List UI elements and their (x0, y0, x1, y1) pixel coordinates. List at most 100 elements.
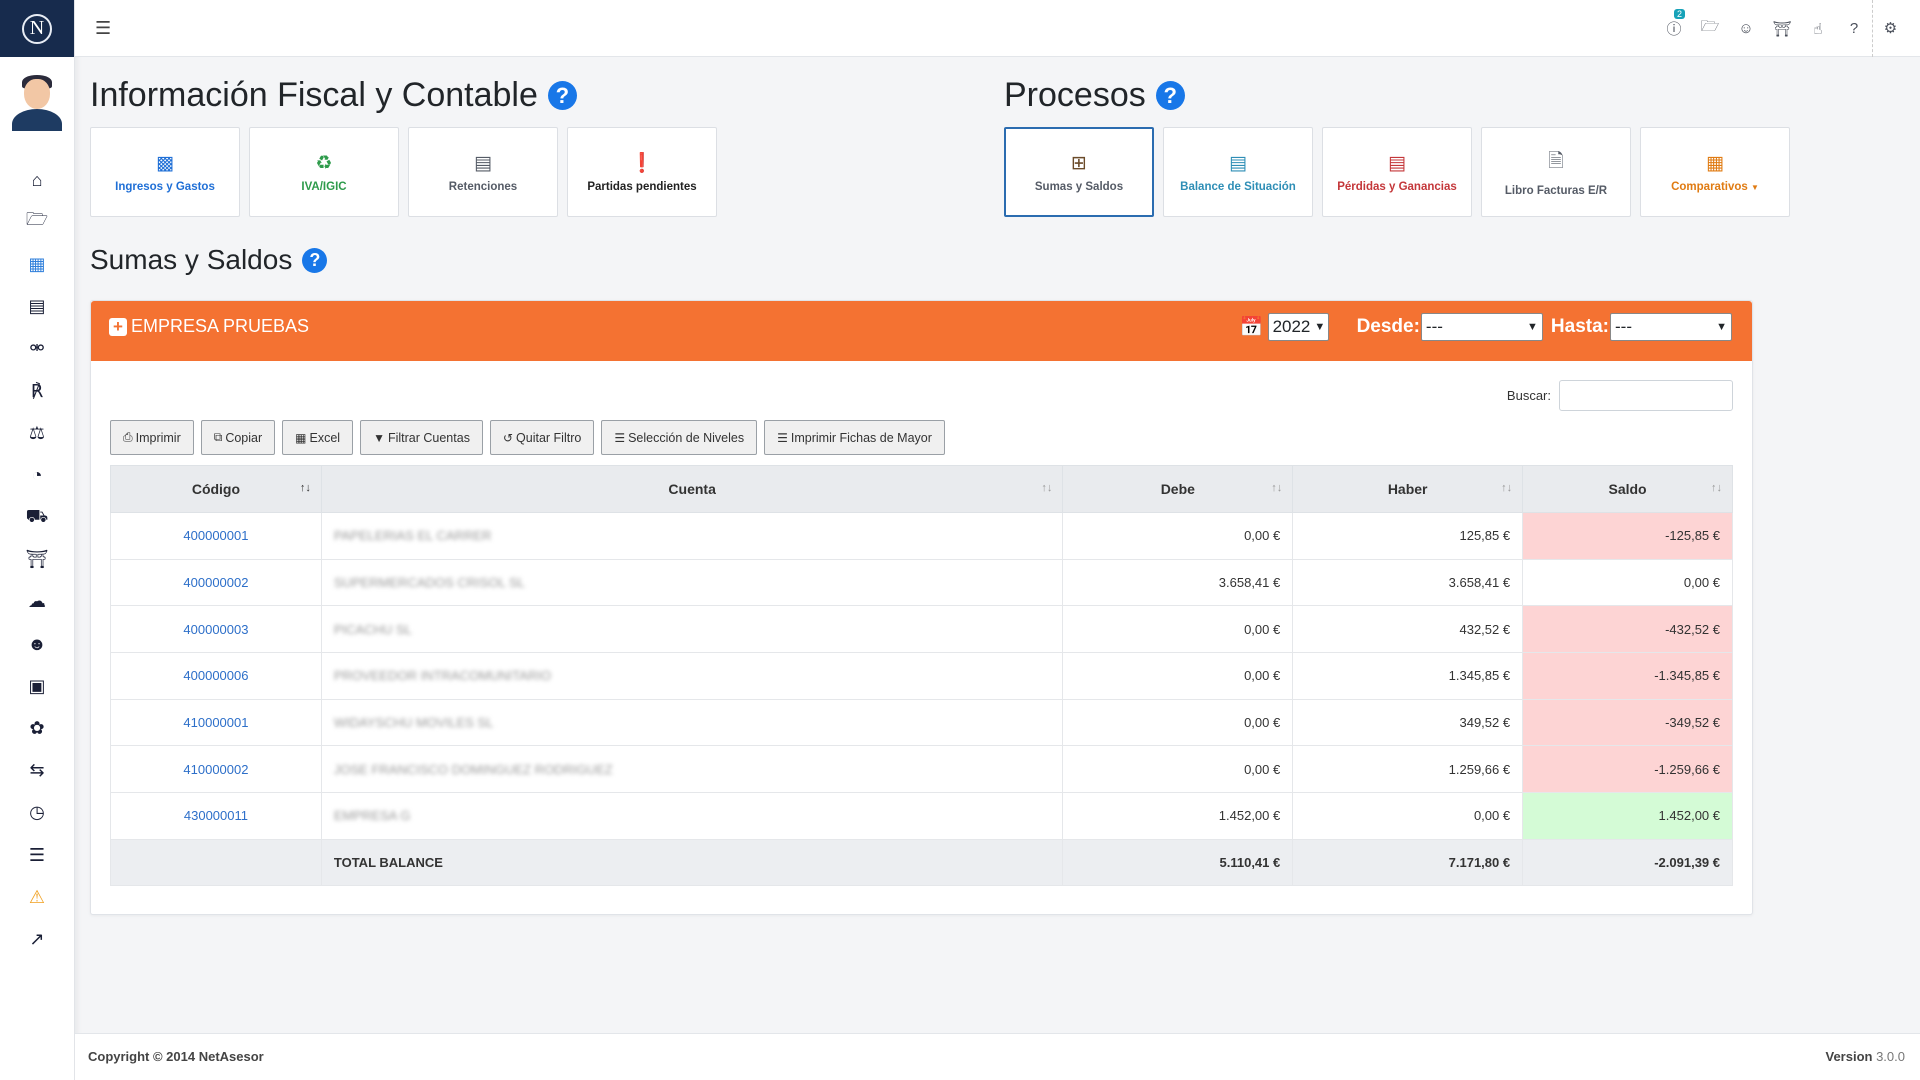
print-button[interactable]: ⎙ Imprimir (110, 420, 194, 455)
rss-icon[interactable]: ℟ (17, 370, 57, 412)
clear-filter-button[interactable]: ↺ Quitar Filtro (489, 420, 595, 455)
list-icon: ☰ (777, 430, 788, 445)
comments-icon[interactable]: ☁ (17, 581, 57, 623)
retweet-icon[interactable]: ⇆ (17, 750, 57, 792)
home-icon[interactable]: ⌂ (17, 159, 57, 201)
tile-libro-facturas[interactable]: 🗎 Libro Facturas E/R (1481, 127, 1631, 217)
copy-button[interactable]: ⧉ Copiar (200, 420, 276, 455)
folder-open-icon[interactable]: 🗁 (17, 201, 57, 243)
tile-iva-igic[interactable]: ♻ IVA/IGIC (249, 127, 399, 217)
haber-value: 349,52 € (1292, 698, 1524, 747)
haber-value: 0,00 € (1292, 792, 1524, 840)
external-link-icon[interactable]: ↗ (17, 918, 57, 960)
col-cuenta[interactable]: Cuenta ↑↓ (320, 465, 1064, 513)
level-selection-button[interactable]: ☰ Selección de Niveles (601, 420, 758, 455)
account-code-link[interactable]: 430000011 (110, 792, 322, 840)
hasta-select[interactable]: --- ▼ (1610, 313, 1732, 341)
calculator-icon[interactable]: ▦ (17, 243, 57, 285)
leaf-icon[interactable]: ✿ (17, 707, 57, 749)
print-ledger-label: Imprimir Fichas de Mayor (790, 430, 932, 445)
total-haber: 7.171,80 € (1292, 838, 1524, 886)
user-circle-icon[interactable]: ☺ (1728, 20, 1764, 37)
handshake-icon[interactable]: ⚮ (17, 328, 57, 370)
comparativos-label: Comparativos (1671, 180, 1748, 193)
plus-square-icon[interactable]: + (109, 317, 127, 336)
tile-label: Comparativos ▼ (1671, 181, 1759, 193)
search-row: Buscar: (1507, 380, 1733, 411)
haber-value: 432,52 € (1292, 605, 1524, 654)
help-icon[interactable]: ? (1836, 20, 1872, 37)
excel-button[interactable]: ▦ Excel (282, 420, 354, 455)
tile-partidas-pendientes[interactable]: ❗ Partidas pendientes (567, 127, 717, 217)
table-row: 400000001 PAPELERIAS EL CARRER 0,00 € 12… (110, 512, 1733, 560)
year-select[interactable]: 2022 ▼ (1267, 313, 1329, 341)
clock-icon[interactable]: ◷ (17, 792, 57, 834)
table-row: 410000001 WIDAYSCHU MOVILES SL 0,00 € 34… (110, 698, 1733, 747)
hand-pointer-icon[interactable]: ☝ (1800, 20, 1836, 38)
truck-icon[interactable]: ⛟ (17, 497, 57, 539)
debe-value: 0,00 € (1062, 745, 1294, 794)
col-debe[interactable]: Debe ↑↓ (1062, 465, 1294, 513)
account-code-link[interactable]: 400000001 (110, 512, 322, 560)
money-icon[interactable]: ▣ (17, 665, 57, 707)
tile-label: Partidas pendientes (587, 181, 697, 193)
col-haber[interactable]: Haber ↑↓ (1292, 465, 1524, 513)
tile-perdidas-ganancias[interactable]: ▤ Pérdidas y Ganancias (1322, 127, 1472, 217)
haber-value: 3.658,41 € (1292, 558, 1524, 607)
search-input[interactable] (1559, 380, 1733, 411)
haber-value: 1.345,85 € (1292, 652, 1524, 700)
col-debe-label: Debe (1160, 481, 1195, 497)
fiscal-help-icon[interactable]: ? (547, 81, 577, 110)
tile-balance-situacion[interactable]: ▤ Balance de Situación (1163, 127, 1313, 217)
scale-icon[interactable]: ⚖ (17, 412, 57, 454)
account-code-link[interactable]: 410000001 (110, 698, 322, 747)
procesos-help-icon[interactable]: ? (1155, 81, 1185, 110)
hasta-label: Hasta: (1550, 316, 1609, 337)
logo[interactable]: N (0, 0, 74, 57)
exclamation-icon: ❗ (630, 153, 654, 174)
fiscal-tiles: ▩ Ingresos y Gastos ♻ IVA/IGIC ▤ Retenci… (90, 127, 717, 217)
desde-select[interactable]: --- ▼ (1420, 313, 1543, 341)
col-codigo[interactable]: Código ↑↓ (110, 465, 322, 513)
sort-asc-icon: ↑↓ (299, 482, 311, 494)
gear-icon[interactable]: ⚙ (1872, 0, 1908, 57)
debe-value: 0,00 € (1062, 512, 1294, 560)
col-saldo[interactable]: Saldo ↑↓ (1522, 465, 1733, 513)
total-row: TOTAL BALANCE 5.110,41 € 7.171,80 € -2.0… (110, 838, 1733, 886)
tile-ingresos-gastos[interactable]: ▩ Ingresos y Gastos (90, 127, 240, 217)
excel-label: Excel (309, 430, 341, 445)
tile-label: Sumas y Saldos (1034, 180, 1124, 193)
account-code-link[interactable]: 400000003 (110, 605, 322, 654)
tile-label: IVA/IGIC (301, 180, 347, 193)
fiscal-title-text: Información Fiscal y Contable (90, 76, 538, 114)
avatar[interactable] (9, 73, 65, 131)
copy-label: Copiar (225, 430, 263, 445)
address-book-icon[interactable]: ▤ (17, 286, 57, 328)
account-code-link[interactable]: 400000006 (110, 652, 322, 700)
print-icon: ⎙ (123, 430, 133, 444)
folder-icon[interactable]: 🗁 (1692, 16, 1728, 41)
version: Version 3.0.0 (1825, 1049, 1905, 1064)
filter-accounts-button[interactable]: ▼ Filtrar Cuentas (360, 420, 483, 455)
tile-comparativos[interactable]: ▦ Comparativos ▼ (1640, 127, 1790, 217)
chevron-down-icon: ▼ (1527, 321, 1538, 333)
tile-sumas-saldos[interactable]: ⊞ Sumas y Saldos (1004, 127, 1154, 217)
print-ledger-cards-button[interactable]: ☰ Imprimir Fichas de Mayor (764, 420, 945, 455)
bank-icon[interactable]: ⛩ (1764, 20, 1800, 38)
report-help-icon[interactable]: ? (302, 247, 328, 273)
print-label: Imprimir (135, 430, 181, 445)
debe-value: 1.452,00 € (1062, 792, 1294, 840)
dashboard-icon[interactable]: ◔ (17, 454, 57, 496)
saldo-value: 1.452,00 € (1522, 792, 1733, 840)
account-code-link[interactable]: 400000002 (110, 558, 322, 607)
account-code-link[interactable]: 410000002 (110, 745, 322, 794)
bank-icon[interactable]: ⛩ (17, 539, 57, 581)
users-icon[interactable]: ☻ (17, 623, 57, 665)
info-icon[interactable]: ⓘ 2 (1656, 9, 1692, 39)
warning-icon[interactable]: ⚠ (17, 876, 57, 918)
server-icon[interactable]: ☰ (17, 834, 57, 876)
level-selection-label: Selección de Niveles (628, 430, 745, 445)
col-cuenta-label: Cuenta (668, 481, 716, 497)
hamburger-menu-icon[interactable]: ☰ (95, 18, 111, 39)
tile-retenciones[interactable]: ▤ Retenciones (408, 127, 558, 217)
